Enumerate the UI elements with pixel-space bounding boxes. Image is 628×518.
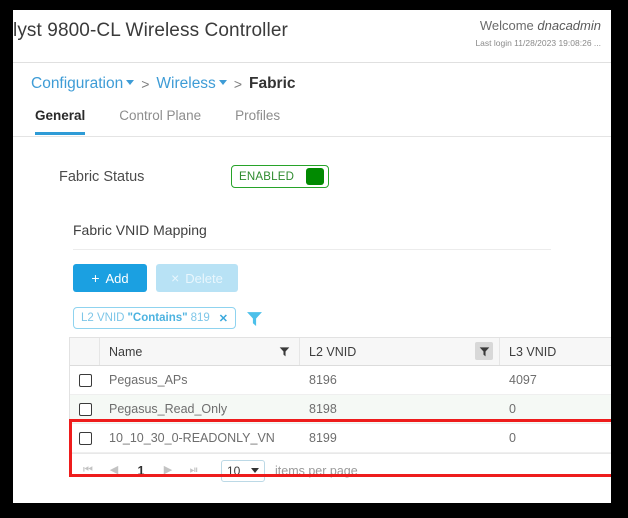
first-page-icon[interactable]: ⏮ xyxy=(75,465,101,476)
filter-chip-field: L2 VNID xyxy=(81,312,125,324)
items-per-page-label: items per page xyxy=(275,463,358,478)
add-button[interactable]: + Add xyxy=(73,264,147,292)
filter-chip[interactable]: L2 VNID "Contains" 819 ✕ xyxy=(73,307,236,329)
chevron-down-icon[interactable] xyxy=(218,79,227,85)
page-size-select[interactable]: 10 xyxy=(221,459,265,482)
table-header-l3-label: L3 VNID xyxy=(509,344,557,359)
plus-icon: + xyxy=(91,270,100,286)
current-page-number[interactable]: 1 xyxy=(127,464,155,478)
filter-chip-value: 819 xyxy=(190,312,210,324)
row-checkbox[interactable] xyxy=(78,402,92,416)
table-row[interactable]: Pegasus_APs 8196 4097 xyxy=(70,366,611,395)
welcome-line: Welcome dnacadmin xyxy=(475,18,601,33)
last-login-text: Last login 11/28/2023 19:08:26 ... xyxy=(475,38,601,48)
row-l3-cell: 0 xyxy=(509,431,516,445)
table-row[interactable]: Pegasus_Read_Only 8198 0 xyxy=(70,395,611,424)
table-toolbar: + Add × Delete xyxy=(13,250,611,292)
welcome-username: dnacadmin xyxy=(537,18,601,33)
fabric-status-toggle[interactable]: ENABLED xyxy=(231,165,329,188)
row-l3-cell: 4097 xyxy=(509,373,537,387)
last-page-icon[interactable]: ⏯ xyxy=(181,465,207,476)
breadcrumb: Configuration > Wireless > Fabric xyxy=(13,63,611,105)
app-header: lyst 9800-CL Wireless Controller Welcome… xyxy=(13,10,611,63)
funnel-glyph xyxy=(247,311,262,326)
tab-profiles[interactable]: Profiles xyxy=(235,105,280,132)
welcome-prefix: Welcome xyxy=(479,18,534,33)
add-button-label: Add xyxy=(105,270,129,286)
table-row[interactable]: 10_10_30_0-READONLY_VN 8199 0 xyxy=(70,424,611,453)
row-l2-cell: 8199 xyxy=(309,431,337,445)
delete-button-label: Delete xyxy=(185,270,223,286)
tab-general[interactable]: General xyxy=(35,105,86,135)
breadcrumb-separator: > xyxy=(141,76,150,92)
page-size-value: 10 xyxy=(227,463,241,478)
breadcrumb-separator: > xyxy=(233,76,242,92)
app-window: lyst 9800-CL Wireless Controller Welcome… xyxy=(13,10,611,503)
active-filter-row: L2 VNID "Contains" 819 ✕ xyxy=(13,292,611,329)
row-l2-cell: 8196 xyxy=(309,373,337,387)
row-name-cell: Pegasus_Read_Only xyxy=(109,402,228,416)
vnid-section-title: Fabric VNID Mapping xyxy=(73,222,207,238)
row-checkbox[interactable] xyxy=(78,373,92,387)
app-title: lyst 9800-CL Wireless Controller xyxy=(13,20,288,41)
name-filter-icon[interactable] xyxy=(275,342,293,360)
main-content: Fabric Status ENABLED Fabric VNID Mappin… xyxy=(13,137,611,487)
fabric-status-row: Fabric Status ENABLED xyxy=(13,137,611,188)
breadcrumb-label: Configuration xyxy=(31,75,124,92)
chevron-down-icon[interactable] xyxy=(126,79,135,85)
row-name-cell: 10_10_30_0-READONLY_VN xyxy=(109,431,275,445)
prev-page-icon[interactable]: ◀ xyxy=(101,465,127,476)
chevron-down-icon xyxy=(251,468,259,473)
table-header-l3-vnid[interactable]: L3 VNID xyxy=(500,338,611,365)
table-header-l2-label: L2 VNID xyxy=(309,344,357,359)
vnid-table: Name L2 VNID L3 VNID Pegasus_APs 8196 40… xyxy=(69,337,611,453)
table-header-select xyxy=(70,338,100,365)
breadcrumb-item-fabric: Fabric xyxy=(249,75,296,92)
filter-chip-remove-icon[interactable]: ✕ xyxy=(219,312,228,325)
breadcrumb-item-configuration[interactable]: Configuration xyxy=(31,75,135,93)
table-header-name[interactable]: Name xyxy=(100,338,300,365)
table-header-name-label: Name xyxy=(109,344,143,359)
table-header-l2-vnid[interactable]: L2 VNID xyxy=(300,338,500,365)
funnel-glyph xyxy=(479,346,489,356)
fabric-status-label: Fabric Status xyxy=(59,168,145,185)
row-l2-cell: 8198 xyxy=(309,402,337,416)
tab-bar: General Control Plane Profiles xyxy=(13,105,611,137)
row-select-cell xyxy=(70,424,100,452)
tab-control-plane[interactable]: Control Plane xyxy=(119,105,201,132)
row-name-cell: Pegasus_APs xyxy=(109,373,188,387)
breadcrumb-item-wireless[interactable]: Wireless xyxy=(156,75,227,93)
row-select-cell xyxy=(70,366,100,394)
next-page-icon[interactable]: ▶ xyxy=(155,465,181,476)
delete-button[interactable]: × Delete xyxy=(156,264,238,292)
pagination-bar: ⏮ ◀ 1 ▶ ⏯ 10 items per page xyxy=(69,453,611,487)
row-l3-cell: 0 xyxy=(509,402,516,416)
filter-chip-operator: "Contains" xyxy=(127,312,188,324)
funnel-glyph xyxy=(279,346,289,356)
close-icon: × xyxy=(171,270,180,286)
user-info: Welcome dnacadmin Last login 11/28/2023 … xyxy=(475,18,601,48)
row-select-cell xyxy=(70,395,100,423)
table-header-row: Name L2 VNID L3 VNID xyxy=(70,338,611,366)
toggle-knob-icon xyxy=(306,168,324,185)
row-checkbox[interactable] xyxy=(78,431,92,445)
fabric-status-toggle-label: ENABLED xyxy=(239,170,295,183)
filter-funnel-icon[interactable] xyxy=(246,310,263,327)
l2-vnid-filter-icon[interactable] xyxy=(475,342,493,360)
breadcrumb-label: Wireless xyxy=(156,75,216,92)
